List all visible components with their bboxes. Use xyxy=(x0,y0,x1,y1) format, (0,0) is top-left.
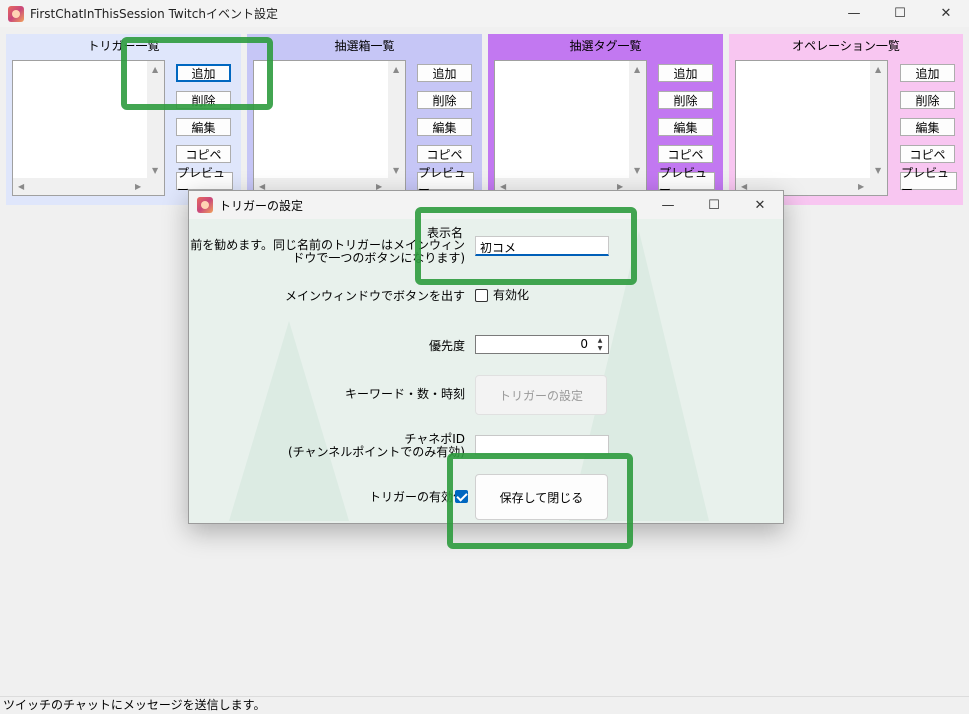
window-title: FirstChatInThisSession Twitchイベント設定 xyxy=(30,7,278,21)
panel-title: 抽選箱一覧 xyxy=(334,39,395,53)
spin-down-icon[interactable]: ▼ xyxy=(598,345,603,352)
priority-label: 優先度 xyxy=(428,339,465,353)
spin-buttons[interactable]: ▲ ▼ xyxy=(593,337,607,352)
copy-button[interactable]: コピペ xyxy=(176,145,231,163)
list-panel: オペレーション一覧 ▲ ▼ ◀ ▶ 追加 削除 編集 コピペ プレビュー xyxy=(729,34,963,205)
vertical-scrollbar[interactable]: ▲ ▼ xyxy=(147,61,164,179)
status-bar: ツイッチのチャットにメッセージを送信します。 xyxy=(0,696,969,714)
panel-title: オペレーション一覧 xyxy=(792,39,900,53)
scroll-left-icon[interactable]: ◀ xyxy=(18,182,24,191)
scroll-right-icon[interactable]: ▶ xyxy=(858,182,864,191)
delete-button[interactable]: 削除 xyxy=(900,91,955,109)
panel-title: トリガー一覧 xyxy=(87,39,160,53)
add-button[interactable]: 追加 xyxy=(417,64,472,82)
priority-spinbox[interactable]: 0 ▲ ▼ xyxy=(475,335,609,354)
trigger-settings-button[interactable]: トリガーの設定 xyxy=(475,375,607,415)
main-window-button-label: メインウィンドウでボタンを出す xyxy=(284,289,465,303)
spin-up-icon[interactable]: ▲ xyxy=(598,337,603,344)
horizontal-scrollbar[interactable]: ◀ ▶ xyxy=(13,178,164,195)
main-window-button-check-label: 有効化 xyxy=(493,288,530,302)
main-titlebar: FirstChatInThisSession Twitchイベント設定 — ☐ … xyxy=(0,0,969,27)
scroll-down-icon[interactable]: ▼ xyxy=(875,166,881,175)
dialog-close-button[interactable]: ✕ xyxy=(737,191,783,219)
copy-button[interactable]: コピペ xyxy=(658,145,713,163)
dialog-app-icon xyxy=(197,197,213,213)
list-panel: 抽選箱一覧▲▼◀▶追加削除編集コピペプレビュー xyxy=(247,34,482,205)
channel-point-id-input[interactable] xyxy=(475,435,609,455)
listbox[interactable]: ▲ ▼ ◀ ▶ xyxy=(12,60,165,196)
list-panel: 抽選タグ一覧▲▼◀▶追加削除編集コピペプレビュー xyxy=(488,34,723,205)
dialog-background-shape xyxy=(229,321,349,521)
dialog-maximize-button[interactable]: ☐ xyxy=(691,191,737,219)
preview-button[interactable]: プレビュー xyxy=(176,166,233,197)
enable-trigger-checkbox[interactable] xyxy=(455,490,468,503)
display-name-note: ドウで一つのボタンになります) xyxy=(292,251,465,265)
vertical-scrollbar[interactable]: ▲ ▼ xyxy=(870,61,887,179)
copy-button[interactable]: コピペ xyxy=(900,145,955,163)
scroll-up-icon[interactable]: ▲ xyxy=(634,65,640,74)
dialog-minimize-button[interactable]: — xyxy=(645,191,691,219)
scroll-down-icon[interactable]: ▼ xyxy=(634,166,640,175)
display-name-input[interactable]: 初コメ xyxy=(475,236,609,256)
edit-button[interactable]: 編集 xyxy=(176,118,231,136)
scroll-up-icon[interactable]: ▲ xyxy=(152,65,158,74)
delete-button[interactable]: 削除 xyxy=(176,91,231,109)
maximize-button[interactable]: ☐ xyxy=(877,0,923,27)
list-panel: トリガー一覧 ▲ ▼ ◀ ▶ 追加 削除 編集 コピペ プレビュー xyxy=(6,34,241,205)
close-button[interactable]: ✕ xyxy=(923,0,969,27)
listbox[interactable]: ▲ ▼ ◀ ▶ xyxy=(253,60,406,196)
main-window-button-checkbox[interactable] xyxy=(475,289,488,302)
edit-button[interactable]: 編集 xyxy=(900,118,955,136)
delete-button[interactable]: 削除 xyxy=(417,91,472,109)
channel-point-note: (チャンネルポイントでのみ有効) xyxy=(287,445,465,459)
trigger-settings-dialog: トリガーの設定 — ☐ ✕ 表示名 (一意な名前を勧めます。同じ名前のトリガーは… xyxy=(188,190,784,524)
dialog-title: トリガーの設定 xyxy=(219,198,304,213)
add-button[interactable]: 追加 xyxy=(658,64,713,82)
scroll-up-icon[interactable]: ▲ xyxy=(875,65,881,74)
listbox[interactable]: ▲ ▼ ◀ ▶ xyxy=(735,60,888,196)
dialog-window-controls: — ☐ ✕ xyxy=(645,191,783,219)
preview-button[interactable]: プレビュー xyxy=(900,166,957,197)
add-button[interactable]: 追加 xyxy=(176,64,231,82)
scroll-down-icon[interactable]: ▼ xyxy=(152,166,158,175)
keyword-label: キーワード・数・時刻 xyxy=(344,387,465,401)
vertical-scrollbar[interactable]: ▲ ▼ xyxy=(629,61,646,179)
app-icon xyxy=(8,5,24,22)
minimize-button[interactable]: — xyxy=(831,0,877,27)
scroll-up-icon[interactable]: ▲ xyxy=(393,65,399,74)
enable-trigger-label: トリガーの有効化 xyxy=(368,490,465,504)
copy-button[interactable]: コピペ xyxy=(417,145,472,163)
preview-button[interactable]: プレビュー xyxy=(658,166,715,197)
vertical-scrollbar[interactable]: ▲ ▼ xyxy=(388,61,405,179)
add-button[interactable]: 追加 xyxy=(900,64,955,82)
preview-button[interactable]: プレビュー xyxy=(417,166,474,197)
scroll-down-icon[interactable]: ▼ xyxy=(393,166,399,175)
panel-title: 抽選タグ一覧 xyxy=(569,39,642,53)
scroll-right-icon[interactable]: ▶ xyxy=(135,182,141,191)
edit-button[interactable]: 編集 xyxy=(417,118,472,136)
dialog-titlebar: トリガーの設定 — ☐ ✕ xyxy=(189,191,783,219)
save-close-button[interactable]: 保存して閉じる xyxy=(475,474,608,520)
window-controls: — ☐ ✕ xyxy=(831,0,969,27)
listbox[interactable]: ▲ ▼ ◀ ▶ xyxy=(494,60,647,196)
edit-button[interactable]: 編集 xyxy=(658,118,713,136)
delete-button[interactable]: 削除 xyxy=(658,91,713,109)
priority-value: 0 xyxy=(580,337,588,351)
